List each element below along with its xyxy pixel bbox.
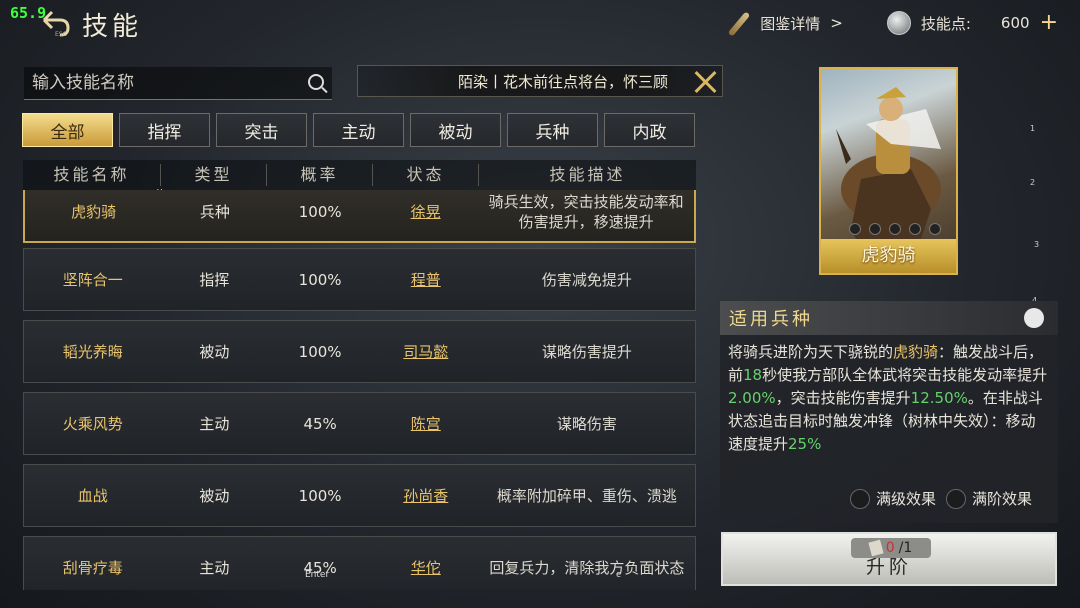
skill-card[interactable]: 虎豹骑 (819, 67, 958, 275)
skill-type: 兵种 (199, 203, 230, 221)
skill-points-label: 技能点: (920, 14, 971, 33)
header-description: 技能描述 (549, 165, 626, 184)
page-indicator-1[interactable]: 1 (1030, 124, 1035, 133)
upgrade-button[interactable]: 0/1 升阶 (721, 532, 1057, 586)
table-row[interactable]: 坚阵合一 指挥 100% 程普 伤害减免提升 (23, 248, 696, 311)
table-row[interactable]: 虎豹骑 兵种 100% 徐晃 骑兵生效，突击技能发动率和伤害提升，移速提升 (23, 190, 696, 243)
skill-description: 谋略伤害 (556, 414, 617, 433)
add-skill-points-button[interactable]: + (1040, 12, 1058, 34)
effect-text-part: 将骑兵进阶为天下骁锐的 (728, 343, 894, 361)
skill-name: 虎豹骑 (71, 203, 117, 221)
skill-owner-link[interactable]: 程普 (373, 269, 479, 290)
skill-search-box (24, 67, 332, 100)
radio-icon (850, 488, 870, 509)
tab-assault[interactable]: 突击 (216, 113, 307, 147)
max-rank-effect-label: 满阶效果 (972, 490, 1033, 508)
skill-name: 坚阵合一 (62, 271, 123, 289)
scroll-icon (726, 10, 750, 36)
skill-owner-link[interactable]: 华佗 (373, 557, 479, 578)
skill-name: 韬光养晦 (62, 343, 123, 361)
skill-list[interactable]: 虎豹骑 兵种 100% 徐晃 骑兵生效，突击技能发动率和伤害提升，移速提升 坚阵… (23, 190, 696, 590)
rank-stars (849, 223, 941, 235)
skill-type: 被动 (199, 343, 230, 361)
skill-rate: 100% (298, 202, 342, 221)
skill-owner-link[interactable]: 陈宫 (373, 413, 479, 434)
skill-type: 指挥 (199, 271, 230, 289)
chevron-right-icon: > (830, 14, 843, 32)
skill-description: 伤害减免提升 (541, 270, 632, 289)
page-title: 技能 (82, 12, 143, 42)
skill-table-header: 技能名称 类型 概率 状态 技能描述 (23, 160, 696, 190)
table-row[interactable]: 刮骨疗毒 主动 45% 华佗 回复兵力，清除我方负面状态 (23, 536, 696, 590)
effect-text-part: ，突击技能伤害提升 (775, 389, 911, 407)
max-rank-effect-toggle[interactable]: 满阶效果 (946, 488, 1032, 509)
skill-name: 血战 (77, 487, 108, 505)
skill-search-input[interactable] (32, 73, 292, 93)
skill-rate: 100% (298, 342, 342, 361)
header-type[interactable]: 类型 (161, 164, 267, 186)
tab-command[interactable]: 指挥 (119, 113, 210, 147)
scroll-item-icon (868, 539, 884, 557)
skill-owner-link[interactable]: 孙尚香 (373, 485, 479, 506)
top-right-bar: 图鉴详情 > 技能点: 600 + (726, 10, 1058, 36)
card-skill-name: 虎豹骑 (821, 239, 956, 273)
max-level-effect-label: 满级效果 (876, 490, 937, 508)
max-level-effect-toggle[interactable]: 满级效果 (850, 488, 936, 509)
esc-hint: ESC (55, 31, 67, 38)
tab-all[interactable]: 全部 (22, 113, 113, 147)
header-skill-name[interactable]: 技能名称 (23, 164, 161, 186)
skill-points-value: 600 (1000, 14, 1030, 32)
effect-value: 12.50% (910, 389, 968, 407)
skill-effect-text: 将骑兵进阶为天下骁锐的虎豹骑：触发战斗后，前18秒使我方部队全体武将突击技能发动… (720, 335, 1058, 456)
skill-rate: 45% (303, 414, 337, 433)
skill-description: 回复兵力，清除我方负面状态 (489, 558, 685, 577)
cavalry-general-illustration (836, 87, 941, 239)
announcement-text: 陌染丨花木前往点将台，怀三顾 (458, 72, 669, 91)
upgrade-cost: 0/1 (851, 538, 931, 558)
effect-options: 满级效果 满阶效果 (850, 488, 1032, 509)
header-status[interactable]: 状态 (373, 164, 479, 186)
skill-description: 骑兵生效，突击技能发动率和伤害提升，移速提升 (488, 192, 684, 231)
close-icon[interactable] (692, 69, 718, 95)
skill-owner-link[interactable]: 徐晃 (373, 201, 478, 222)
tab-troop[interactable]: 兵种 (507, 113, 598, 147)
skill-rate: 100% (298, 270, 342, 289)
share-icon[interactable] (1024, 308, 1044, 328)
skill-coin-icon (886, 11, 911, 35)
cost-owned: 0 (885, 540, 895, 556)
enter-hint: Enter (305, 570, 330, 580)
c-hint: c (616, 570, 621, 580)
effect-text-part: 秒使我方部队全体武将突击技能发动率提升 (762, 366, 1048, 384)
header-rate[interactable]: 概率 (267, 164, 373, 186)
codex-details-link[interactable]: 图鉴详情 (760, 13, 820, 34)
info-header: 适用兵种 (720, 301, 1058, 335)
page-indicator-2[interactable]: 2 (1030, 178, 1035, 187)
skill-name: 刮骨疗毒 (62, 559, 123, 577)
skill-filter-tabs: 全部 指挥 突击 主动 被动 兵种 内政 (22, 113, 695, 147)
effect-value: 25% (788, 435, 822, 453)
tab-internal-affairs[interactable]: 内政 (604, 113, 695, 147)
effect-value: 18 (743, 366, 763, 384)
skill-type: 主动 (199, 559, 230, 577)
skill-rate: 100% (298, 486, 342, 505)
skill-description: 概率附加碎甲、重伤、溃逃 (496, 486, 677, 505)
tab-active[interactable]: 主动 (313, 113, 404, 147)
search-icon[interactable] (308, 74, 324, 90)
effect-value: 2.00% (728, 389, 776, 407)
cost-required: /1 (898, 540, 913, 556)
skill-info-panel: 适用兵种 将骑兵进阶为天下骁锐的虎豹骑：触发战斗后，前18秒使我方部队全体武将突… (720, 301, 1058, 523)
table-row[interactable]: 火乘风势 主动 45% 陈宫 谋略伤害 (23, 392, 696, 455)
skill-type: 被动 (199, 487, 230, 505)
page-indicator-3[interactable]: 3 (1034, 240, 1039, 249)
skill-name: 火乘风势 (62, 415, 123, 433)
announcement-marquee: 陌染丨花木前往点将台，怀三顾 (357, 65, 723, 97)
skill-owner-link[interactable]: 司马懿 (373, 341, 479, 362)
tab-passive[interactable]: 被动 (410, 113, 501, 147)
effect-highlight: 虎豹骑 (893, 343, 939, 361)
radio-icon (946, 488, 967, 509)
table-row[interactable]: 血战 被动 100% 孙尚香 概率附加碎甲、重伤、溃逃 (23, 464, 696, 527)
skill-type: 主动 (199, 415, 230, 433)
table-row[interactable]: 韬光养晦 被动 100% 司马懿 谋略伤害提升 (23, 320, 696, 383)
skill-description: 谋略伤害提升 (541, 342, 632, 361)
